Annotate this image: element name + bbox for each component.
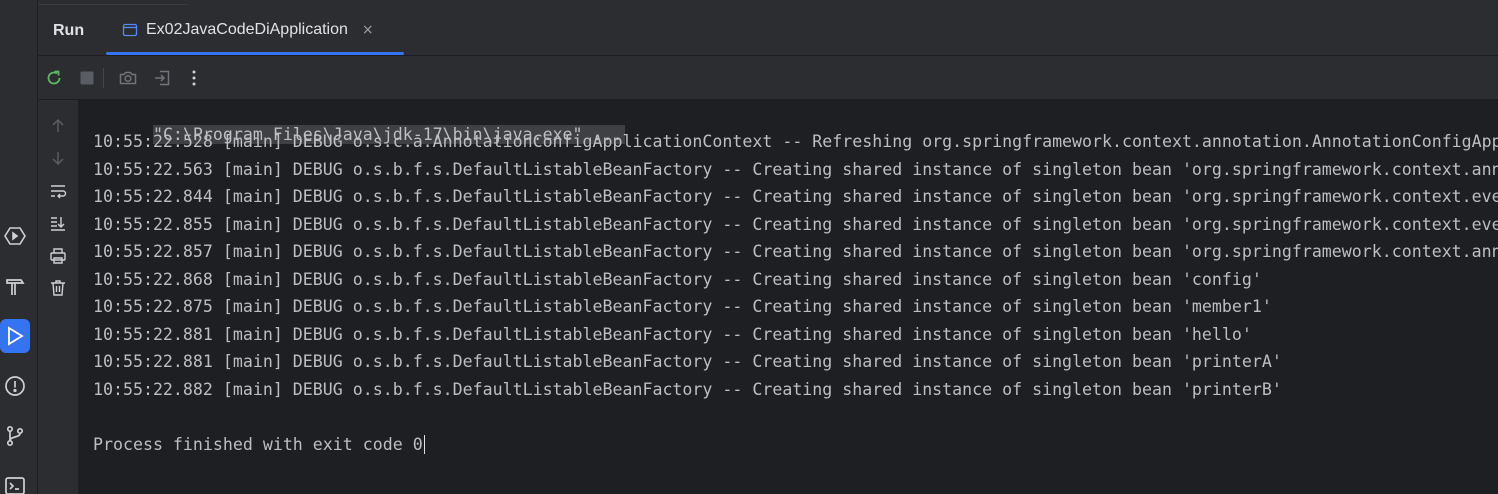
close-icon[interactable]: × — [362, 22, 374, 38]
activity-bar — [0, 0, 38, 494]
previous-occurrence-button[interactable] — [47, 115, 69, 137]
run-toolbar — [38, 56, 1498, 100]
down-arrow-icon — [52, 152, 64, 166]
text-cursor — [423, 435, 425, 454]
up-arrow-icon — [52, 118, 64, 132]
build-button[interactable] — [0, 269, 30, 303]
services-icon — [4, 227, 26, 245]
build-hammer-icon — [6, 279, 25, 295]
next-occurrence-button[interactable] — [47, 147, 69, 169]
log-line: 10:55:22.528 [main] DEBUG o.s.c.a.Annota… — [93, 132, 1498, 151]
run-tool-window-header: Run Ex02JavaCodeDiApplication × — [38, 5, 1498, 56]
exit-button[interactable] — [151, 67, 173, 89]
application-icon — [122, 23, 138, 37]
problems-icon — [5, 376, 25, 396]
scroll-to-end-icon — [51, 217, 65, 231]
print-button[interactable] — [47, 245, 69, 267]
scroll-to-end-button[interactable] — [47, 212, 69, 234]
terminal-button[interactable] — [0, 469, 30, 494]
git-branch-icon — [6, 425, 24, 447]
console-output[interactable]: "C:\Program Files\Java\jdk-17\bin\java.e… — [79, 100, 1498, 494]
log-line: 10:55:22.857 [main] DEBUG o.s.b.f.s.Defa… — [93, 242, 1498, 261]
tab-run-configuration[interactable]: Ex02JavaCodeDiApplication × — [106, 5, 404, 55]
log-line: 10:55:22.881 [main] DEBUG o.s.b.f.s.Defa… — [93, 325, 1252, 344]
console-gutter — [38, 100, 79, 494]
more-options-button[interactable] — [183, 67, 205, 89]
rerun-button[interactable] — [43, 67, 65, 89]
log-line: 10:55:22.881 [main] DEBUG o.s.b.f.s.Defa… — [93, 352, 1282, 371]
trash-icon — [51, 280, 65, 296]
print-icon — [50, 248, 66, 264]
log-line: 10:55:22.875 [main] DEBUG o.s.b.f.s.Defa… — [93, 297, 1272, 316]
exit-icon — [155, 70, 170, 86]
rerun-icon — [47, 70, 61, 85]
camera-icon — [119, 71, 137, 85]
active-tab-indicator — [106, 52, 404, 55]
clear-all-button[interactable] — [47, 277, 69, 299]
terminal-icon — [5, 477, 25, 494]
soft-wrap-icon — [51, 185, 67, 199]
run-tool-button[interactable] — [0, 319, 30, 353]
exit-message: Process finished with exit code 0 — [93, 435, 423, 454]
log-line: 10:55:22.882 [main] DEBUG o.s.b.f.s.Defa… — [93, 380, 1282, 399]
stop-icon — [80, 71, 94, 85]
tab-label: Ex02JavaCodeDiApplication — [146, 21, 348, 38]
problems-button[interactable] — [0, 369, 30, 403]
more-icon — [192, 70, 196, 86]
tool-window-title: Run — [53, 22, 85, 39]
screenshot-button[interactable] — [117, 67, 139, 89]
run-icon — [8, 326, 24, 346]
soft-wrap-button[interactable] — [47, 180, 69, 202]
toolbar-separator — [103, 68, 104, 88]
log-line: 10:55:22.563 [main] DEBUG o.s.b.f.s.Defa… — [93, 160, 1498, 179]
ide-window: Run Ex02JavaCodeDiApplication × "C:\Prog… — [0, 0, 1498, 494]
stop-button[interactable] — [76, 67, 98, 89]
git-button[interactable] — [0, 419, 30, 453]
exit-status-line: Process finished with exit code 0 — [93, 435, 425, 455]
services-button[interactable] — [0, 219, 30, 253]
log-line: 10:55:22.868 [main] DEBUG o.s.b.f.s.Defa… — [93, 270, 1262, 289]
log-line: 10:55:22.855 [main] DEBUG o.s.b.f.s.Defa… — [93, 215, 1498, 234]
log-line: 10:55:22.844 [main] DEBUG o.s.b.f.s.Defa… — [93, 187, 1498, 206]
